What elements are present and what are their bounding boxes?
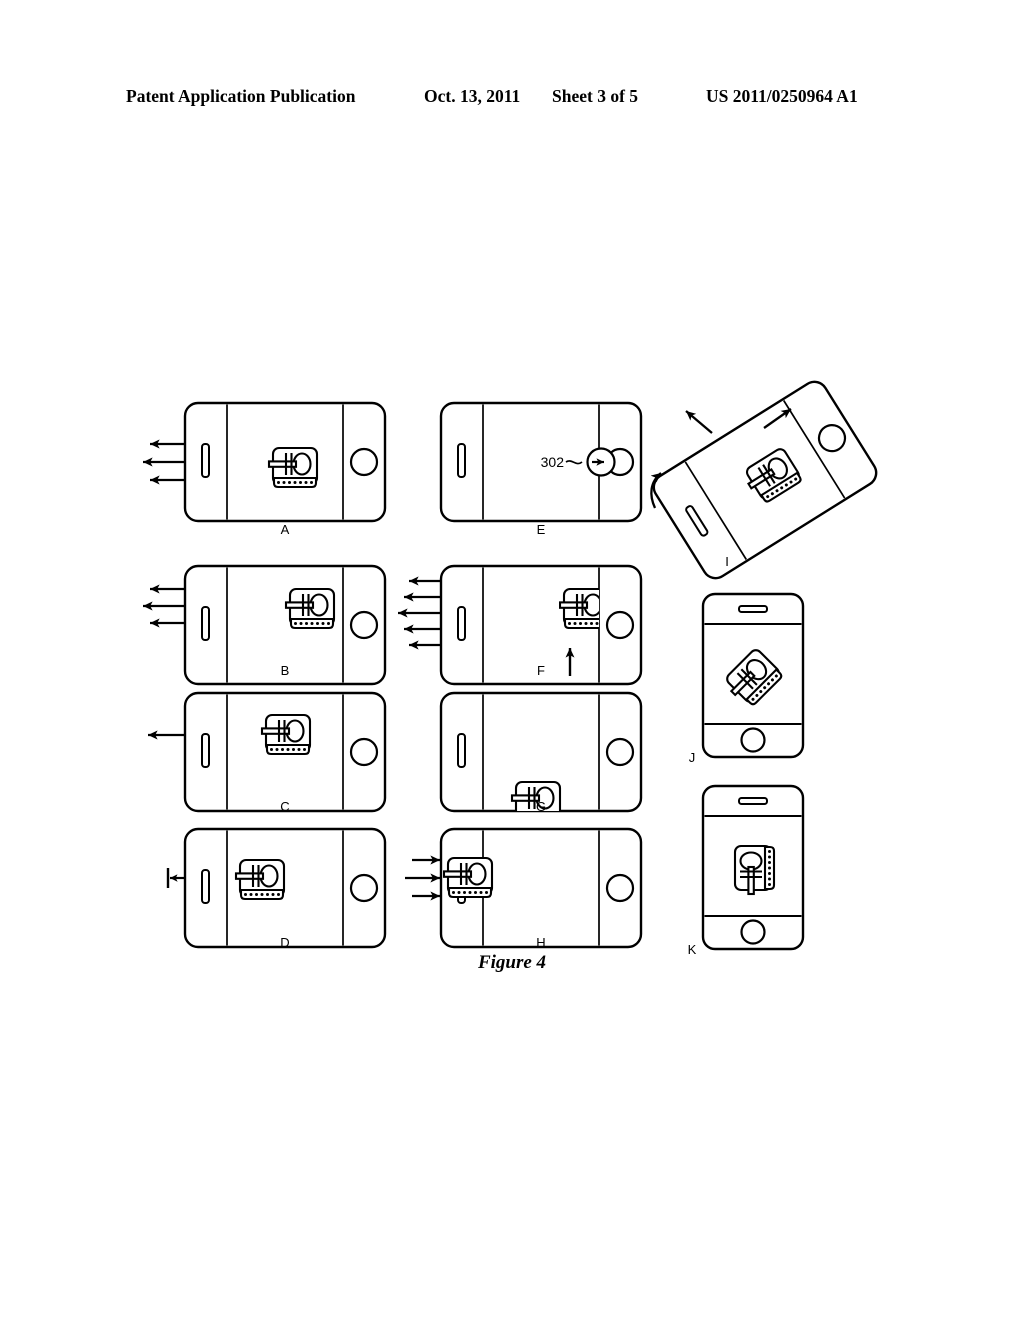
arrow-group-f-left xyxy=(398,576,441,650)
panel-label-a: A xyxy=(281,522,290,537)
panel-label-f: F xyxy=(537,663,545,678)
panel-e: 302 E xyxy=(439,401,643,537)
panel-i: I xyxy=(647,375,883,585)
panel-label-i: I xyxy=(725,554,729,569)
panel-d: D xyxy=(166,827,387,950)
key-icon-a xyxy=(267,446,319,489)
reference-numeral-302: 302 xyxy=(541,454,565,470)
panel-g: G xyxy=(439,691,643,814)
arrow-group-d-left xyxy=(166,868,185,888)
panel-h: H xyxy=(405,827,643,950)
panel-f: F xyxy=(398,564,643,686)
panel-label-h: H xyxy=(536,935,545,950)
key-icon-b xyxy=(284,587,336,630)
panel-b: B xyxy=(143,564,387,686)
arrow-group-a-left xyxy=(143,439,185,485)
panel-k: K xyxy=(688,784,805,957)
key-icon-h xyxy=(443,856,494,899)
panel-c: C xyxy=(148,691,387,814)
key-icon-k xyxy=(733,844,776,896)
figure-4-drawing: A B C D 302 E F G H I J K Figure 4 xyxy=(0,0,1024,1320)
unlock-arrow-circle-icon-e xyxy=(586,447,616,477)
panel-label-j: J xyxy=(689,750,696,765)
key-icon-d xyxy=(234,858,286,901)
arrow-group-h-right xyxy=(405,855,440,901)
arrow-group-b-left xyxy=(143,584,185,628)
panel-label-e: E xyxy=(537,522,546,537)
key-icon-c xyxy=(260,713,312,756)
panel-j: J xyxy=(689,592,805,765)
panel-label-b: B xyxy=(281,663,290,678)
panel-label-d: D xyxy=(280,935,289,950)
panel-label-g: G xyxy=(536,799,546,814)
panel-label-c: C xyxy=(280,799,289,814)
figure-caption: Figure 4 xyxy=(477,952,547,973)
figure-svg: A B C D 302 E F G H I J K xyxy=(143,375,883,957)
panel-a: A xyxy=(143,401,387,537)
